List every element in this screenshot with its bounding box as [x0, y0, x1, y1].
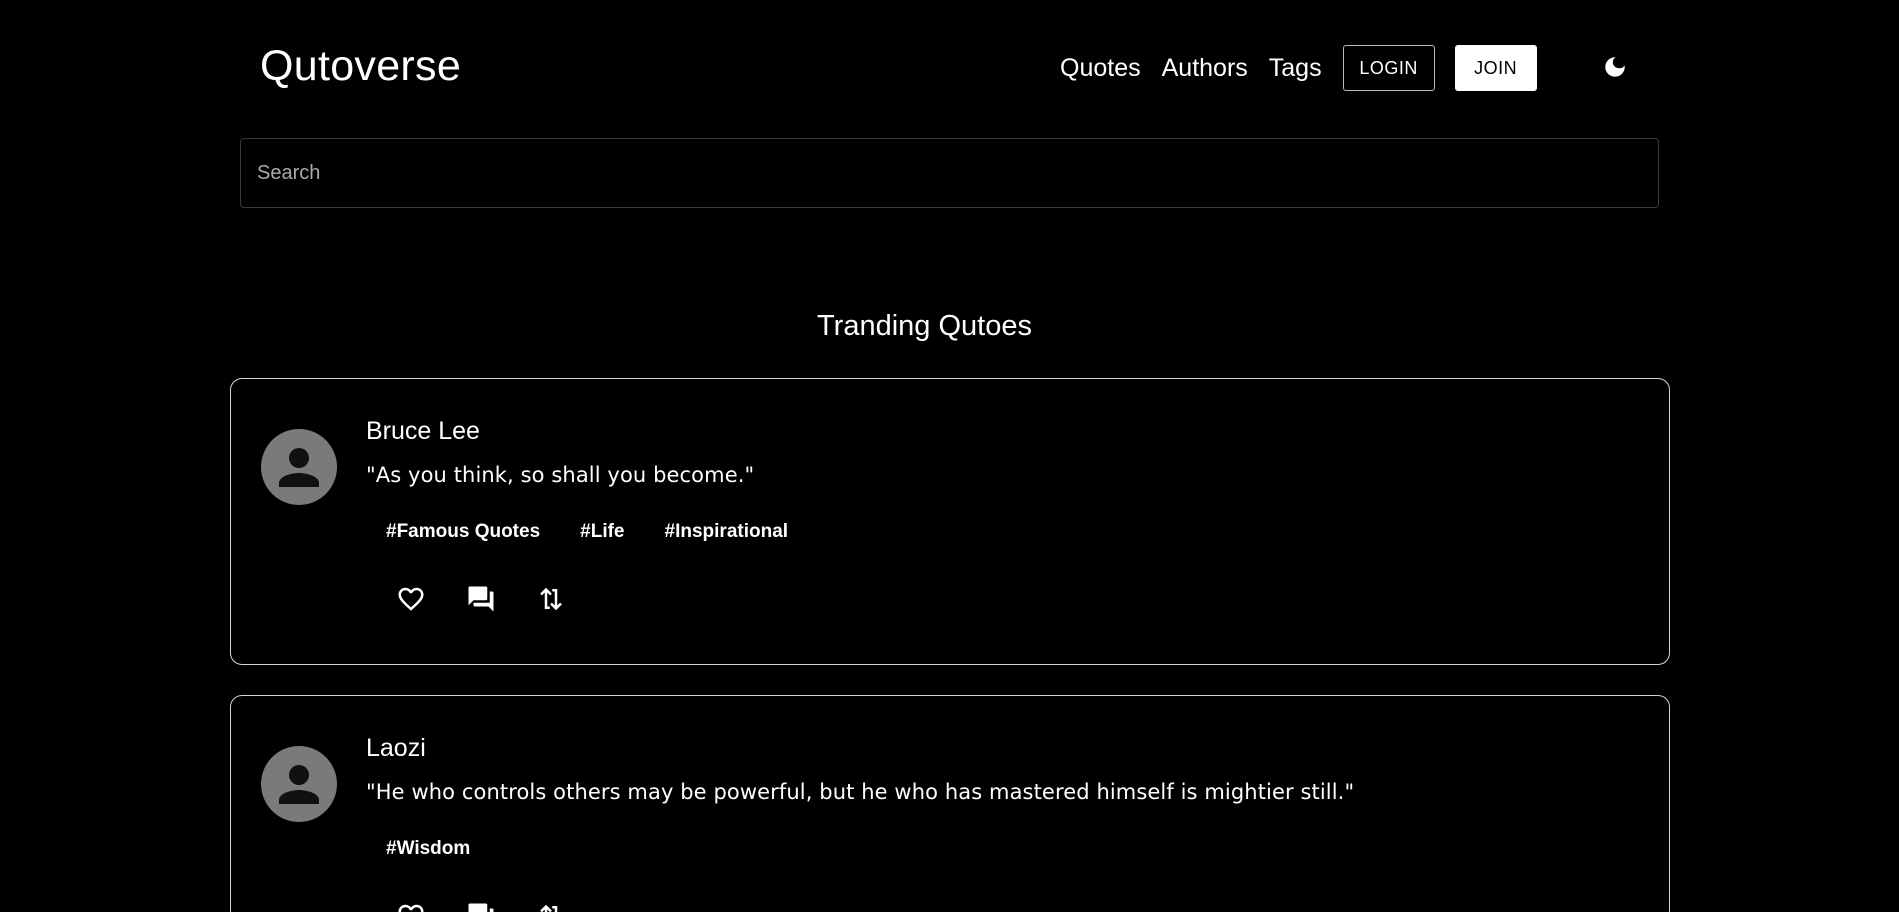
- author-name[interactable]: Laozi: [366, 734, 426, 763]
- quote-text: "He who controls others may be powerful,…: [366, 780, 1355, 804]
- comment-icon[interactable]: [466, 901, 496, 912]
- moon-icon[interactable]: [1602, 54, 1628, 80]
- nav-authors[interactable]: Authors: [1162, 54, 1248, 83]
- heart-icon[interactable]: [396, 901, 426, 912]
- section-title: Tranding Qutoes: [0, 310, 1899, 343]
- brand-logo[interactable]: Qutoverse: [260, 42, 461, 91]
- share-icon[interactable]: [536, 901, 566, 912]
- share-icon[interactable]: [536, 584, 566, 614]
- join-button[interactable]: JOIN: [1454, 45, 1537, 91]
- person-icon: [279, 448, 319, 487]
- tag-famous-quotes[interactable]: #Famous Quotes: [386, 521, 540, 543]
- heart-icon[interactable]: [396, 584, 426, 614]
- tag-list: #Wisdom: [386, 838, 510, 860]
- avatar[interactable]: [261, 429, 337, 505]
- tag-wisdom[interactable]: #Wisdom: [386, 838, 470, 860]
- page: Qutoverse Quotes Authors Tags LOGIN JOIN…: [0, 0, 1899, 912]
- quote-card: Laozi "He who controls others may be pow…: [230, 695, 1670, 912]
- top-nav: Quotes Authors Tags LOGIN JOIN: [1060, 44, 1537, 92]
- nav-quotes[interactable]: Quotes: [1060, 54, 1141, 83]
- avatar[interactable]: [261, 746, 337, 822]
- tag-list: #Famous Quotes #Life #Inspirational: [386, 521, 828, 543]
- person-icon: [279, 765, 319, 804]
- search-input[interactable]: [240, 138, 1659, 208]
- tag-inspirational[interactable]: #Inspirational: [665, 521, 789, 543]
- tag-life[interactable]: #Life: [580, 521, 624, 543]
- quote-text: "As you think, so shall you become.": [366, 463, 755, 487]
- quote-card: Bruce Lee "As you think, so shall you be…: [230, 378, 1670, 665]
- action-bar: [396, 901, 606, 912]
- login-button[interactable]: LOGIN: [1342, 45, 1435, 91]
- comment-icon[interactable]: [466, 584, 496, 614]
- author-name[interactable]: Bruce Lee: [366, 417, 480, 446]
- nav-tags[interactable]: Tags: [1269, 54, 1322, 83]
- section-title-text: Tranding Qutoes: [817, 310, 1032, 342]
- action-bar: [396, 584, 606, 614]
